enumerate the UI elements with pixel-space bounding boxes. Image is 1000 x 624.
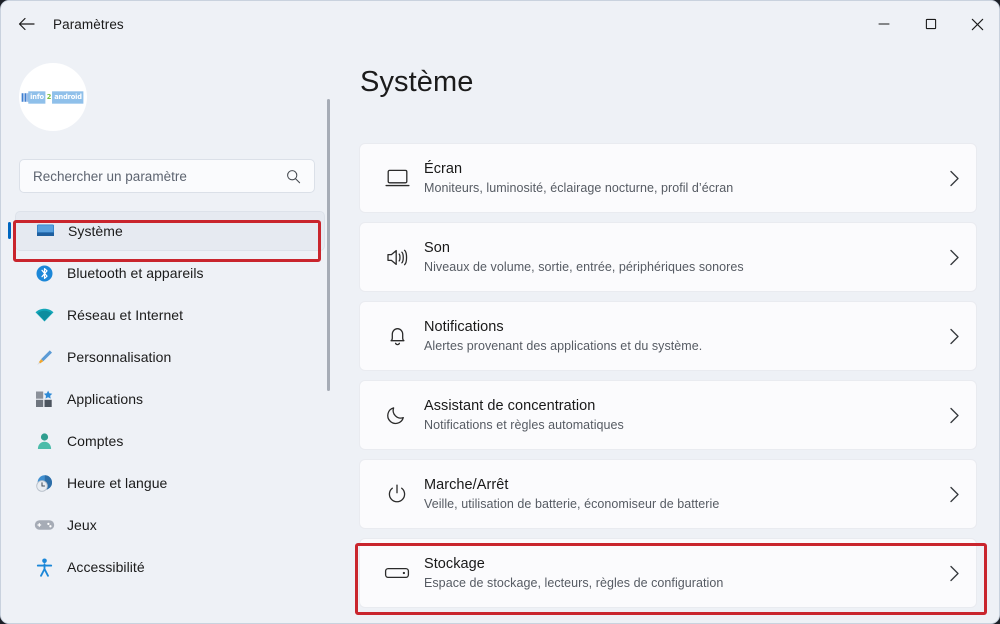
search-input[interactable] <box>20 169 286 184</box>
chevron-right-icon[interactable] <box>932 170 976 187</box>
monitor-icon <box>30 223 60 239</box>
sidebar-item-label: Accessibilité <box>67 559 145 575</box>
accessibility-icon <box>29 558 59 577</box>
back-arrow-icon <box>18 17 35 31</box>
paintbrush-icon <box>29 348 59 367</box>
sidebar-item-applications[interactable]: Applications <box>15 379 325 419</box>
site-logo: info 2 android <box>22 92 84 102</box>
sidebar: info 2 android <box>1 47 339 624</box>
sidebar-item-comptes[interactable]: Comptes <box>15 421 325 461</box>
sidebar-item-bluetooth-et-appareils[interactable]: Bluetooth et appareils <box>15 253 325 293</box>
sidebar-item-label: Jeux <box>67 517 97 533</box>
title-bar: Paramètres <box>1 1 1000 47</box>
settings-card-assistant-de-concentration[interactable]: Assistant de concentration Notifications… <box>359 380 977 450</box>
sidebar-item-systeme[interactable]: Système <box>15 211 325 251</box>
maximize-button[interactable] <box>907 1 954 47</box>
display-icon <box>374 168 420 189</box>
settings-card-text: Assistant de concentration Notifications… <box>424 397 932 434</box>
sidebar-scrollbar-thumb[interactable] <box>327 99 330 391</box>
main-content: Système Écran Moniteurs, luminosité, écl… <box>339 47 1000 624</box>
sidebar-nav: Système Bluetooth et appareils <box>1 211 339 624</box>
settings-card-title: Marche/Arrêt <box>424 476 932 494</box>
sidebar-item-label: Système <box>68 223 123 239</box>
settings-card-title: Écran <box>424 160 932 178</box>
close-button[interactable] <box>954 1 1000 47</box>
settings-card-stockage[interactable]: Stockage Espace de stockage, lecteurs, r… <box>359 538 977 608</box>
settings-card-text: Marche/Arrêt Veille, utilisation de batt… <box>424 476 932 513</box>
chevron-right-icon[interactable] <box>932 249 976 266</box>
clock-globe-icon <box>29 474 59 493</box>
app-title: Paramètres <box>53 17 124 32</box>
settings-card-subtitle: Moniteurs, luminosité, éclairage nocturn… <box>424 180 932 197</box>
wifi-icon <box>29 307 59 323</box>
settings-card-title: Stockage <box>424 555 932 573</box>
avatar-circle: info 2 android <box>19 63 87 131</box>
moon-icon <box>374 404 420 426</box>
chevron-right-icon[interactable] <box>932 328 976 345</box>
settings-card-title: Son <box>424 239 932 257</box>
sidebar-scrollbar[interactable] <box>327 99 330 409</box>
window-controls <box>860 1 1000 47</box>
settings-card-title: Assistant de concentration <box>424 397 932 415</box>
gamepad-icon <box>29 518 59 532</box>
logo-android-text: android <box>53 91 84 103</box>
settings-card-subtitle: Alertes provenant des applications et du… <box>424 338 932 355</box>
settings-card-ecran[interactable]: Écran Moniteurs, luminosité, éclairage n… <box>359 143 977 213</box>
settings-card-subtitle: Notifications et règles automatiques <box>424 417 932 434</box>
minimize-icon <box>878 18 890 30</box>
sidebar-item-personnalisation[interactable]: Personnalisation <box>15 337 325 377</box>
sidebar-item-accessibilite[interactable]: Accessibilité <box>15 547 325 587</box>
sidebar-item-reseau-et-internet[interactable]: Réseau et Internet <box>15 295 325 335</box>
settings-card-notifications[interactable]: Notifications Alertes provenant des appl… <box>359 301 977 371</box>
settings-card-subtitle: Espace de stockage, lecteurs, règles de … <box>424 575 932 592</box>
chevron-right-icon[interactable] <box>932 407 976 424</box>
settings-card-son[interactable]: Son Niveaux de volume, sortie, entrée, p… <box>359 222 977 292</box>
page-title: Système <box>360 66 474 99</box>
sidebar-item-label: Personnalisation <box>67 349 171 365</box>
sidebar-item-jeux[interactable]: Jeux <box>15 505 325 545</box>
maximize-icon <box>925 18 937 30</box>
settings-card-text: Écran Moniteurs, luminosité, éclairage n… <box>424 160 932 197</box>
sidebar-item-label: Réseau et Internet <box>67 307 183 323</box>
avatar[interactable]: info 2 android <box>19 63 87 131</box>
search-box[interactable] <box>19 159 315 193</box>
sidebar-item-label: Applications <box>67 391 143 407</box>
sidebar-item-heure-et-langue[interactable]: Heure et langue <box>15 463 325 503</box>
settings-card-text: Stockage Espace de stockage, lecteurs, r… <box>424 555 932 592</box>
settings-card-subtitle: Veille, utilisation de batterie, économi… <box>424 496 932 513</box>
chevron-right-icon[interactable] <box>932 486 976 503</box>
close-icon <box>971 18 984 31</box>
settings-card-title: Notifications <box>424 318 932 336</box>
bluetooth-icon <box>29 264 59 283</box>
chevron-right-icon[interactable] <box>932 565 976 582</box>
settings-window: Paramètres <box>0 0 1000 624</box>
search-icon <box>286 169 301 184</box>
person-icon <box>29 432 59 450</box>
speaker-icon <box>374 247 420 268</box>
sidebar-item-label: Bluetooth et appareils <box>67 265 204 281</box>
minimize-button[interactable] <box>860 1 907 47</box>
bell-icon <box>374 325 420 348</box>
settings-card-subtitle: Niveaux de volume, sortie, entrée, périp… <box>424 259 932 276</box>
power-icon <box>374 483 420 505</box>
apps-icon <box>29 390 59 408</box>
back-button[interactable] <box>9 8 43 40</box>
harddrive-icon <box>374 565 420 581</box>
settings-card-marche-arret[interactable]: Marche/Arrêt Veille, utilisation de batt… <box>359 459 977 529</box>
settings-card-list: Écran Moniteurs, luminosité, éclairage n… <box>359 143 977 617</box>
sidebar-item-label: Comptes <box>67 433 123 449</box>
sidebar-item-label: Heure et langue <box>67 475 167 491</box>
settings-card-text: Notifications Alertes provenant des appl… <box>424 318 932 355</box>
logo-info-text: info <box>29 91 47 103</box>
settings-card-text: Son Niveaux de volume, sortie, entrée, p… <box>424 239 932 276</box>
